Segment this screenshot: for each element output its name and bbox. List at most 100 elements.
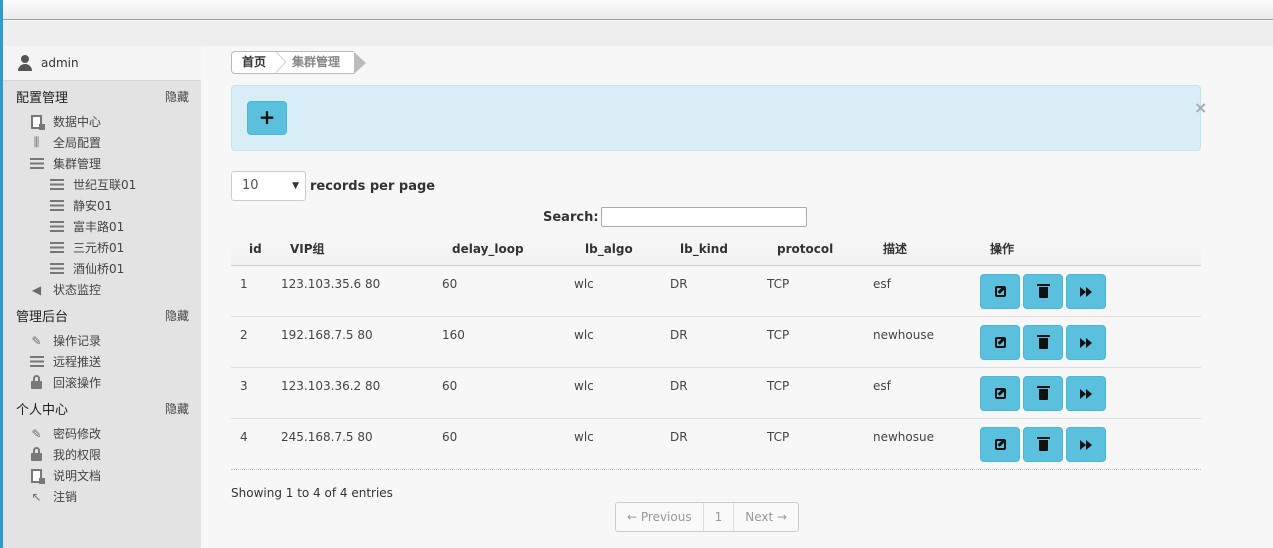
sidebar-item-label: 三元桥01: [73, 241, 125, 255]
column-header[interactable]: protocol: [767, 242, 873, 256]
cell-protocol: TCP: [767, 328, 790, 342]
list-icon-shape: [49, 221, 64, 232]
cell-delay-loop: 60: [442, 430, 458, 444]
page-1-button[interactable]: 1: [704, 503, 735, 531]
edit-button[interactable]: [980, 325, 1020, 360]
delete-button[interactable]: [1023, 376, 1063, 411]
edit-button[interactable]: [980, 427, 1020, 462]
lock-icon-shape: [31, 447, 42, 461]
add-button[interactable]: +: [247, 101, 287, 135]
sidebar-section-title: 配置管理: [16, 90, 69, 106]
column-header[interactable]: 操作: [980, 240, 1180, 257]
trash-icon: [1036, 386, 1050, 400]
records-per-page-label: records per page: [310, 178, 436, 194]
close-icon[interactable]: ×: [1194, 98, 1207, 117]
list-icon-shape: [29, 356, 44, 367]
sidebar-item[interactable]: 世纪互联01: [3, 174, 201, 195]
cell-vip: 245.168.7.5 80: [281, 430, 373, 444]
sidebar-item[interactable]: ↖ 注销: [3, 486, 201, 507]
forward-button[interactable]: [1066, 274, 1106, 309]
document-icon-shape: [31, 468, 45, 484]
cell-id: 3: [240, 379, 248, 393]
page-size-select[interactable]: 10 ▼: [231, 171, 306, 201]
sidebar-item[interactable]: 我的权限: [3, 444, 201, 465]
table-row: 1 123.103.35.6 80 60 wlc DR TCP esf: [231, 266, 1201, 317]
sidebar-section-toggle[interactable]: 隐藏: [165, 400, 189, 417]
list-icon-shape: [49, 179, 64, 190]
document-icon: [29, 114, 45, 130]
row-actions: [980, 317, 1180, 367]
sidebar-item[interactable]: 数据中心: [3, 111, 201, 132]
chevron-down-icon: ▼: [292, 181, 299, 191]
previous-page-button[interactable]: ← Previous: [616, 503, 704, 531]
column-header[interactable]: VIP组: [281, 240, 442, 257]
page-length-control: 10 ▼ records per page: [231, 171, 435, 201]
sidebar-item-label: 集群管理: [53, 157, 102, 171]
cell-lb-algo: wlc: [574, 277, 594, 291]
sidebar-section-header[interactable]: 管理后台 隐藏: [3, 300, 201, 330]
sidebar-item[interactable]: ✎ 操作记录: [3, 330, 201, 351]
user-panel[interactable]: admin: [3, 46, 201, 81]
sidebar-item[interactable]: 回滚操作: [3, 372, 201, 393]
edit-icon: [994, 286, 1006, 297]
user-icon: [17, 55, 33, 71]
cell-desc: esf: [873, 277, 891, 291]
volume-icon: ◀: [31, 282, 42, 297]
sidebar-item[interactable]: 远程推送: [3, 351, 201, 372]
sidebar-item-label: 我的权限: [53, 448, 102, 462]
sidebar-item[interactable]: ⫼ 全局配置: [3, 132, 201, 153]
sidebar-item[interactable]: 富丰路01: [3, 216, 201, 237]
lock-icon-shape: [31, 375, 42, 389]
sidebar-item-label: 静安01: [73, 199, 113, 213]
sidebar-item[interactable]: 说明文档: [3, 465, 201, 486]
column-header[interactable]: delay_loop: [442, 242, 574, 256]
list-icon: [49, 199, 64, 213]
search-input[interactable]: [600, 207, 807, 227]
sidebar-item[interactable]: 静安01: [3, 195, 201, 216]
delete-button[interactable]: [1023, 274, 1063, 309]
sidebar-item[interactable]: ✎ 密码修改: [3, 423, 201, 444]
delete-button[interactable]: [1023, 325, 1063, 360]
forward-button[interactable]: [1066, 325, 1106, 360]
row-actions: [980, 266, 1180, 316]
edit-button[interactable]: [980, 274, 1020, 309]
column-header[interactable]: lb_algo: [574, 242, 670, 256]
row-actions: [980, 419, 1180, 469]
column-header[interactable]: id: [231, 242, 281, 256]
sidebar-item-label: 世纪互联01: [73, 178, 137, 192]
next-page-button[interactable]: Next →: [734, 503, 798, 531]
sidebar-item-label: 说明文档: [53, 469, 102, 483]
sidebar-section-header[interactable]: 配置管理 隐藏: [3, 81, 201, 111]
sidebar-section-header[interactable]: 个人中心 隐藏: [3, 393, 201, 423]
cell-protocol: TCP: [767, 430, 790, 444]
table-info: Showing 1 to 4 of 4 entries: [231, 486, 393, 500]
sidebar-item[interactable]: 酒仙桥01: [3, 258, 201, 279]
sidebar-item[interactable]: 三元桥01: [3, 237, 201, 258]
sidebar-item[interactable]: 集群管理: [3, 153, 201, 174]
table-header: id VIP组 delay_loop lb_algo lb_kind protocol 描述…: [231, 232, 1201, 266]
pencil-icon: ✎: [31, 333, 42, 348]
delete-button[interactable]: [1023, 427, 1063, 462]
sidebar-item[interactable]: ◀ 状态监控: [3, 279, 201, 300]
fast-forward-icon-part: [1086, 337, 1092, 348]
list-icon-shape: [49, 242, 64, 253]
sidebar-section-title: 管理后台: [16, 309, 69, 325]
sidebar-section-toggle[interactable]: 隐藏: [165, 307, 189, 324]
fast-forward-icon-part: [1086, 439, 1092, 450]
forward-button[interactable]: [1066, 376, 1106, 411]
sidebar-item-label: 注销: [53, 490, 78, 504]
edit-icon: [994, 388, 1006, 399]
column-header[interactable]: lb_kind: [670, 242, 767, 256]
breadcrumb-current: 集群管理: [276, 51, 367, 74]
sidebar-item-label: 全局配置: [53, 136, 102, 150]
forward-button[interactable]: [1066, 427, 1106, 462]
cell-delay-loop: 160: [442, 328, 465, 342]
list-icon: [49, 178, 64, 192]
list-icon: [29, 157, 44, 171]
cell-lb-kind: DR: [670, 379, 688, 393]
sidebar-section-toggle[interactable]: 隐藏: [165, 88, 189, 105]
edit-button[interactable]: [980, 376, 1020, 411]
main-content: 首页 集群管理 + × 10 ▼ records per page Search…: [201, 46, 1273, 548]
breadcrumb-home[interactable]: 首页: [231, 51, 287, 74]
column-header[interactable]: 描述: [873, 240, 980, 257]
